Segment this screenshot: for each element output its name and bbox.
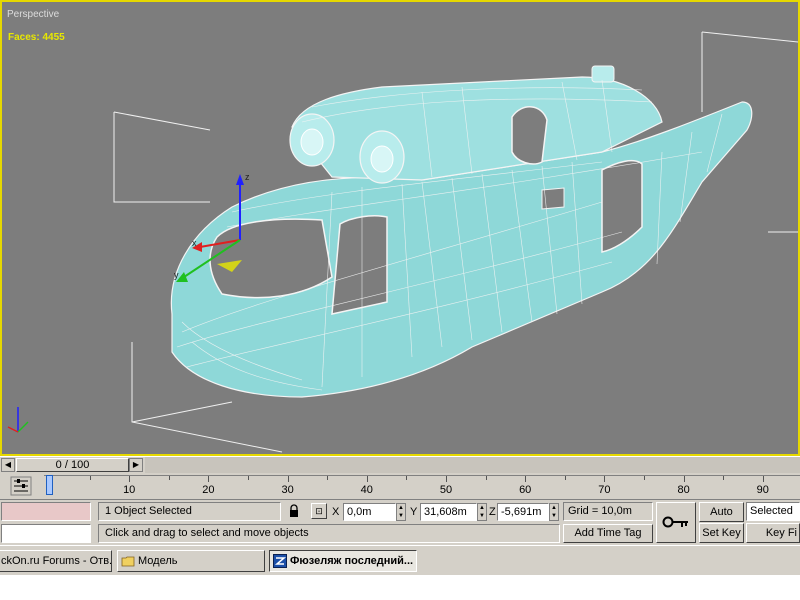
track-tick	[89, 476, 91, 480]
track-tick-label: 20	[202, 484, 215, 496]
windows-taskbar: ckOn.ru Forums - Отв... Модель Фюзеляж п…	[0, 545, 800, 575]
time-slider-track[interactable]	[145, 457, 800, 473]
track-tick	[168, 476, 170, 480]
y-coordinate-field[interactable]: 31,608m	[420, 503, 477, 521]
track-ruler[interactable]: 0102030405060708090	[44, 475, 800, 497]
grid-size: Grid = 10,0m	[563, 502, 653, 521]
track-tick-label: 10	[123, 484, 136, 496]
track-tick	[327, 476, 329, 480]
x-label: X	[332, 506, 340, 518]
auto-key-button[interactable]: Auto Key	[699, 502, 744, 536]
helicopter-fuselage-mesh[interactable]: x y z	[2, 2, 798, 454]
track-tick	[287, 476, 289, 482]
selection-status: 1 Object Selected	[98, 502, 281, 521]
z-spinner[interactable]: ▲ ▼	[549, 503, 559, 521]
track-tick	[525, 476, 527, 482]
prompt-line: Click and drag to select and move object…	[98, 524, 560, 543]
viewport-label[interactable]: Perspective	[7, 9, 59, 20]
track-tick	[406, 476, 408, 480]
taskbar-item-label: Фюзеляж последний...	[290, 555, 414, 567]
track-tick	[644, 476, 645, 480]
taskbar-item-label: Модель	[138, 555, 178, 567]
track-tick	[564, 476, 566, 480]
arrow-right-icon[interactable]: ▶	[129, 458, 143, 472]
key-icon	[662, 516, 688, 528]
track-tick-label: 50	[439, 484, 453, 496]
maxscript-listener-pink[interactable]	[1, 502, 91, 521]
track-tick-label: 40	[360, 484, 373, 496]
track-tick-label: 80	[677, 484, 690, 496]
taskbar-item-folder[interactable]: Модель	[117, 550, 265, 572]
svg-text:y: y	[174, 270, 179, 280]
track-tick	[604, 476, 606, 482]
x-coordinate-field[interactable]: 0,0m	[343, 503, 396, 521]
track-tick-label: 90	[756, 484, 769, 496]
add-time-tag-button[interactable]: Add Time Tag	[563, 524, 653, 543]
maxscript-listener-white[interactable]	[1, 524, 91, 543]
track-tick	[129, 476, 131, 482]
set-key-toggle[interactable]	[656, 502, 696, 543]
key-filters-button[interactable]: Key Fi	[746, 523, 800, 543]
folder-icon	[121, 556, 135, 567]
time-slider-thumb[interactable]: 0 / 100	[16, 458, 129, 472]
track-tick	[208, 476, 210, 482]
track-tick	[366, 476, 368, 482]
face-count: Faces: 4455	[8, 32, 65, 43]
y-spinner[interactable]: ▲ ▼	[477, 503, 487, 521]
perspective-viewport[interactable]: x y z Perspective Faces: 4455	[0, 0, 800, 456]
current-frame-marker[interactable]	[46, 475, 53, 495]
lock-icon[interactable]	[288, 504, 300, 518]
absolute-mode-transform-icon[interactable]: ⊡	[311, 503, 327, 519]
track-tick-label: 70	[598, 484, 611, 496]
world-axis-icon	[7, 407, 29, 433]
z-coordinate-field[interactable]: -5,691m	[497, 503, 549, 521]
track-tick	[248, 476, 249, 480]
key-mode-dropdown[interactable]: Selected	[746, 502, 800, 521]
track-tick	[683, 476, 685, 482]
curve-editor-icon[interactable]	[10, 476, 32, 496]
taskbar-item-label: ckOn.ru Forums - Отв...	[1, 555, 112, 567]
track-tick-label: 30	[281, 484, 294, 496]
svg-text:z: z	[245, 172, 250, 182]
desktop-strip	[0, 575, 800, 600]
track-tick	[485, 476, 487, 480]
track-tick	[446, 476, 447, 482]
svg-text:x: x	[192, 238, 197, 248]
y-label: Y	[410, 506, 418, 518]
taskbar-item-3dsmax[interactable]: Фюзеляж последний...	[269, 550, 417, 572]
track-bar[interactable]: 0102030405060708090	[0, 473, 800, 499]
3dsmax-icon	[273, 554, 287, 568]
taskbar-item-browser[interactable]: ckOn.ru Forums - Отв...	[0, 550, 112, 572]
x-spinner[interactable]: ▲ ▼	[396, 503, 406, 521]
track-tick-label: 60	[519, 484, 532, 496]
arrow-left-icon[interactable]: ◀	[1, 458, 15, 472]
status-bar: 1 Object Selected Click and drag to sele…	[0, 499, 800, 545]
fuselage-body	[170, 65, 753, 398]
z-label: Z	[489, 506, 496, 518]
track-tick	[723, 476, 725, 480]
time-slider[interactable]: ◀ 0 / 100 ▶	[0, 456, 800, 473]
set-key-button[interactable]: Set Key	[699, 523, 744, 543]
track-tick	[762, 476, 764, 482]
